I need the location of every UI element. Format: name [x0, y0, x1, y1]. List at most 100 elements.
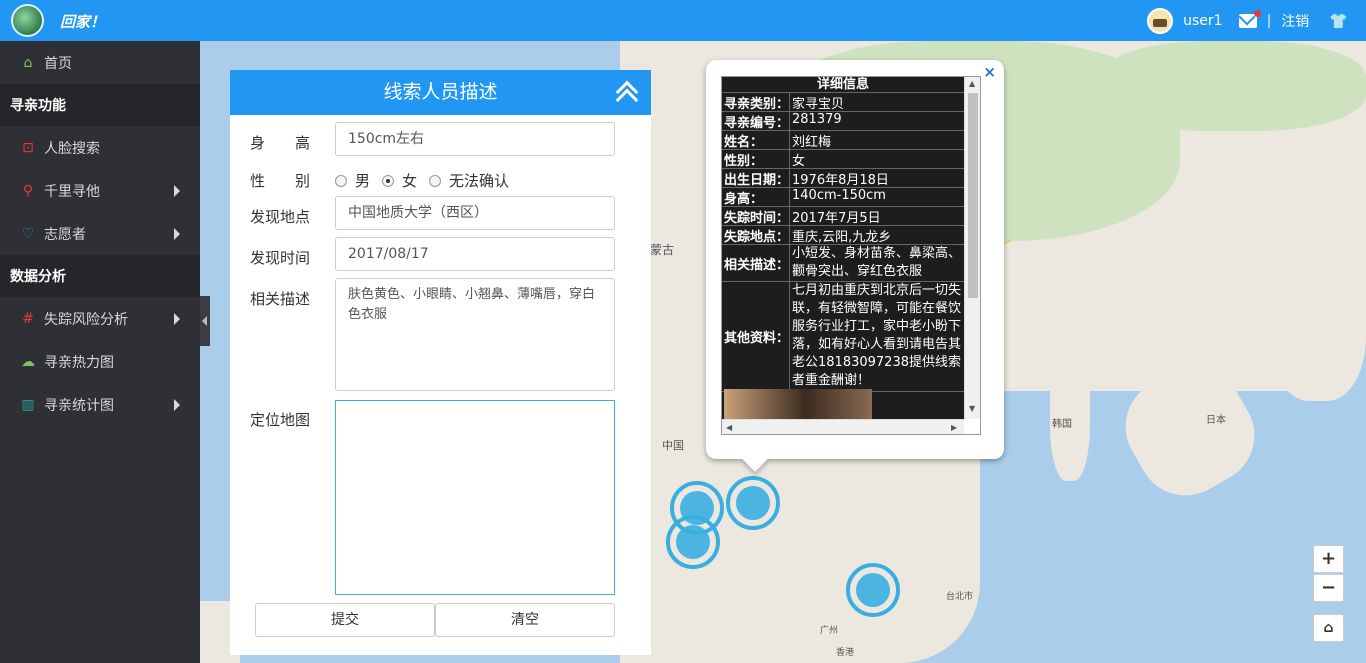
face-scan-icon: ⊡ — [22, 139, 34, 156]
time-label: 发现时间 — [250, 249, 311, 267]
detail-value: 家寻宝贝 — [792, 97, 845, 112]
detail-key: 寻亲类别： — [722, 93, 790, 112]
gender-radio-group: 男 女 无法确认 — [335, 170, 521, 191]
scroll-up-icon[interactable]: ▲ — [969, 79, 975, 88]
map-label-korea: 韩国 — [1052, 419, 1072, 430]
detail-value: 2017年7月5日 — [792, 211, 881, 226]
scroll-left-icon[interactable]: ◀ — [726, 423, 732, 432]
detail-row: 失踪时间： 2017年7月5日 — [722, 207, 964, 226]
sidebar-item-label: 首页 — [44, 55, 72, 72]
sidebar-item-volunteer[interactable]: ♡ 志愿者 — [0, 212, 200, 255]
sidebar-item-label: 寻亲热力图 — [44, 354, 114, 371]
top-bar: 回家！ user1 | 注销 👕 — [0, 0, 1366, 41]
land-area — [1270, 241, 1366, 401]
chevron-right-icon — [174, 185, 180, 197]
avatar[interactable] — [1147, 7, 1174, 34]
detail-key: 姓名： — [722, 131, 790, 150]
submit-button[interactable]: 提交 — [255, 603, 435, 637]
skin-icon[interactable]: 👕 — [1329, 12, 1348, 30]
detail-key: 寻亲编号： — [722, 112, 790, 131]
location-label: 发现地点 — [250, 208, 311, 226]
scroll-right-icon[interactable]: ▶ — [951, 423, 957, 432]
clear-button[interactable]: 清空 — [435, 603, 615, 637]
home-extent-button[interactable]: ⌂ — [1313, 614, 1344, 642]
zoom-out-button[interactable]: − — [1313, 574, 1344, 602]
panel-header: 线索人员描述 — [230, 70, 651, 115]
detail-title: 详细信息 — [722, 77, 964, 93]
detail-key: 出生日期： — [722, 169, 790, 188]
detail-value: 七月初由重庆到北京后一切失联，有轻微智障，可能在餐饮服务行业打工，家中老小盼下落… — [792, 283, 962, 388]
detail-key: 失踪地点： — [722, 226, 790, 245]
location-map-box[interactable] — [335, 400, 615, 595]
map-label-taipei: 台北市 — [946, 592, 974, 602]
horizontal-scrollbar[interactable]: ◀ ▶ — [722, 419, 964, 434]
close-icon[interactable]: × — [983, 63, 996, 81]
detail-row: 寻亲编号： 281379 — [722, 112, 964, 131]
map-label-japan: 日本 — [1206, 415, 1226, 426]
detail-frame: 详细信息 寻亲类别： 家寻宝贝 寻亲编号： 281379 姓名： 刘红梅 性别：… — [721, 76, 981, 435]
zoom-in-button[interactable]: + — [1313, 545, 1344, 573]
sidebar-section-analysis: 数据分析 — [0, 255, 200, 297]
detail-value: 重庆,云阳,九龙乡 — [792, 230, 892, 245]
detail-popup: × 详细信息 寻亲类别： 家寻宝贝 寻亲编号： 281379 姓名： 刘红梅 性… — [706, 60, 1004, 472]
sidebar-collapse-toggle[interactable] — [200, 296, 210, 346]
scroll-down-icon[interactable]: ▼ — [969, 404, 975, 413]
map-cluster-marker[interactable] — [846, 563, 900, 617]
gender-radio-male[interactable] — [335, 174, 347, 187]
sidebar-item-search-person[interactable]: ⚲ 千里寻他 — [0, 169, 200, 212]
map-cluster-marker[interactable] — [666, 515, 720, 569]
chevron-right-icon — [174, 313, 180, 325]
detail-value: 1976年8月18日 — [792, 173, 889, 188]
gender-radio-female[interactable] — [382, 174, 395, 187]
detail-key: 性别： — [722, 150, 790, 169]
sidebar-section-search: 寻亲功能 — [0, 84, 200, 126]
detail-key: 相关描述： — [722, 245, 790, 281]
detail-row: 其他资料： 七月初由重庆到北京后一切失联，有轻微智障，可能在餐饮服务行业打工，家… — [722, 282, 964, 392]
forest-area — [1100, 41, 1366, 131]
scroll-thumb[interactable] — [968, 93, 978, 298]
sidebar-item-home[interactable]: ⌂ 首页 — [0, 41, 200, 84]
collapse-up-icon[interactable] — [615, 78, 639, 112]
height-input[interactable]: 150cm左右 — [335, 122, 615, 156]
detail-row: 相关描述： 小短发、身材苗条、鼻梁高、颧骨突出、穿红色衣服 — [722, 245, 964, 282]
vertical-scrollbar[interactable]: ▲ ▼ — [964, 77, 980, 419]
location-input[interactable]: 中国地质大学（西区） — [335, 196, 615, 230]
chevron-right-icon — [174, 399, 180, 411]
detail-value: 刘红梅 — [792, 135, 832, 150]
logo-text[interactable]: 回家！ — [60, 11, 105, 32]
search-person-icon: ⚲ — [22, 182, 34, 199]
detail-value: 140cm-150cm — [792, 188, 886, 203]
sidebar-item-label: 千里寻他 — [44, 183, 100, 200]
user-area: user1 | 注销 👕 — [1147, 0, 1348, 41]
separator: | — [1266, 12, 1272, 29]
height-label: 身 高 — [250, 134, 311, 152]
sidebar-item-statistics[interactable]: ▥ 寻亲统计图 — [0, 383, 200, 426]
detail-row: 失踪地点： 重庆,云阳,九龙乡 — [722, 226, 964, 245]
detail-table: 详细信息 寻亲类别： 家寻宝贝 寻亲编号： 281379 姓名： 刘红梅 性别：… — [722, 77, 964, 419]
chevron-right-icon — [174, 228, 180, 240]
map-label-hongkong: 香港 — [836, 648, 855, 658]
gender-radio-unknown[interactable] — [429, 174, 442, 187]
gender-option-label: 男 — [355, 172, 371, 190]
description-label: 相关描述 — [250, 290, 311, 308]
description-textarea[interactable]: 肤色黄色、小眼睛、小翘鼻、薄嘴唇，穿白色衣服 — [335, 278, 615, 391]
detail-value: 281379 — [792, 112, 842, 127]
notification-dot — [1253, 9, 1261, 17]
detail-value: 小短发、身材苗条、鼻梁高、颧骨突出、穿红色衣服 — [792, 246, 962, 279]
home-icon: ⌂ — [23, 54, 33, 71]
detail-key: 其他资料： — [722, 282, 790, 391]
detail-row: 姓名： 刘红梅 — [722, 131, 964, 150]
logout-link[interactable]: 注销 — [1281, 11, 1309, 31]
sidebar-item-heatmap[interactable]: ☁ 寻亲热力图 — [0, 340, 200, 383]
map-label-mongolia: 蒙古 — [650, 243, 675, 257]
gender-label: 性 别 — [250, 172, 311, 190]
mail-icon[interactable] — [1238, 9, 1261, 28]
sidebar-item-risk-analysis[interactable]: # 失踪风险分析 — [0, 297, 200, 340]
sidebar-item-label: 志愿者 — [44, 226, 86, 243]
sidebar-item-face-search[interactable]: ⊡ 人脸搜索 — [0, 126, 200, 169]
map-cluster-marker[interactable] — [726, 476, 780, 530]
username[interactable]: user1 — [1183, 13, 1222, 29]
logo-globe-icon[interactable] — [11, 4, 44, 37]
sidebar: ⌂ 首页 寻亲功能 ⊡ 人脸搜索 ⚲ 千里寻他 ♡ 志愿者 数据分析 # 失踪风… — [0, 41, 200, 663]
time-input[interactable]: 2017/08/17 — [335, 237, 615, 271]
